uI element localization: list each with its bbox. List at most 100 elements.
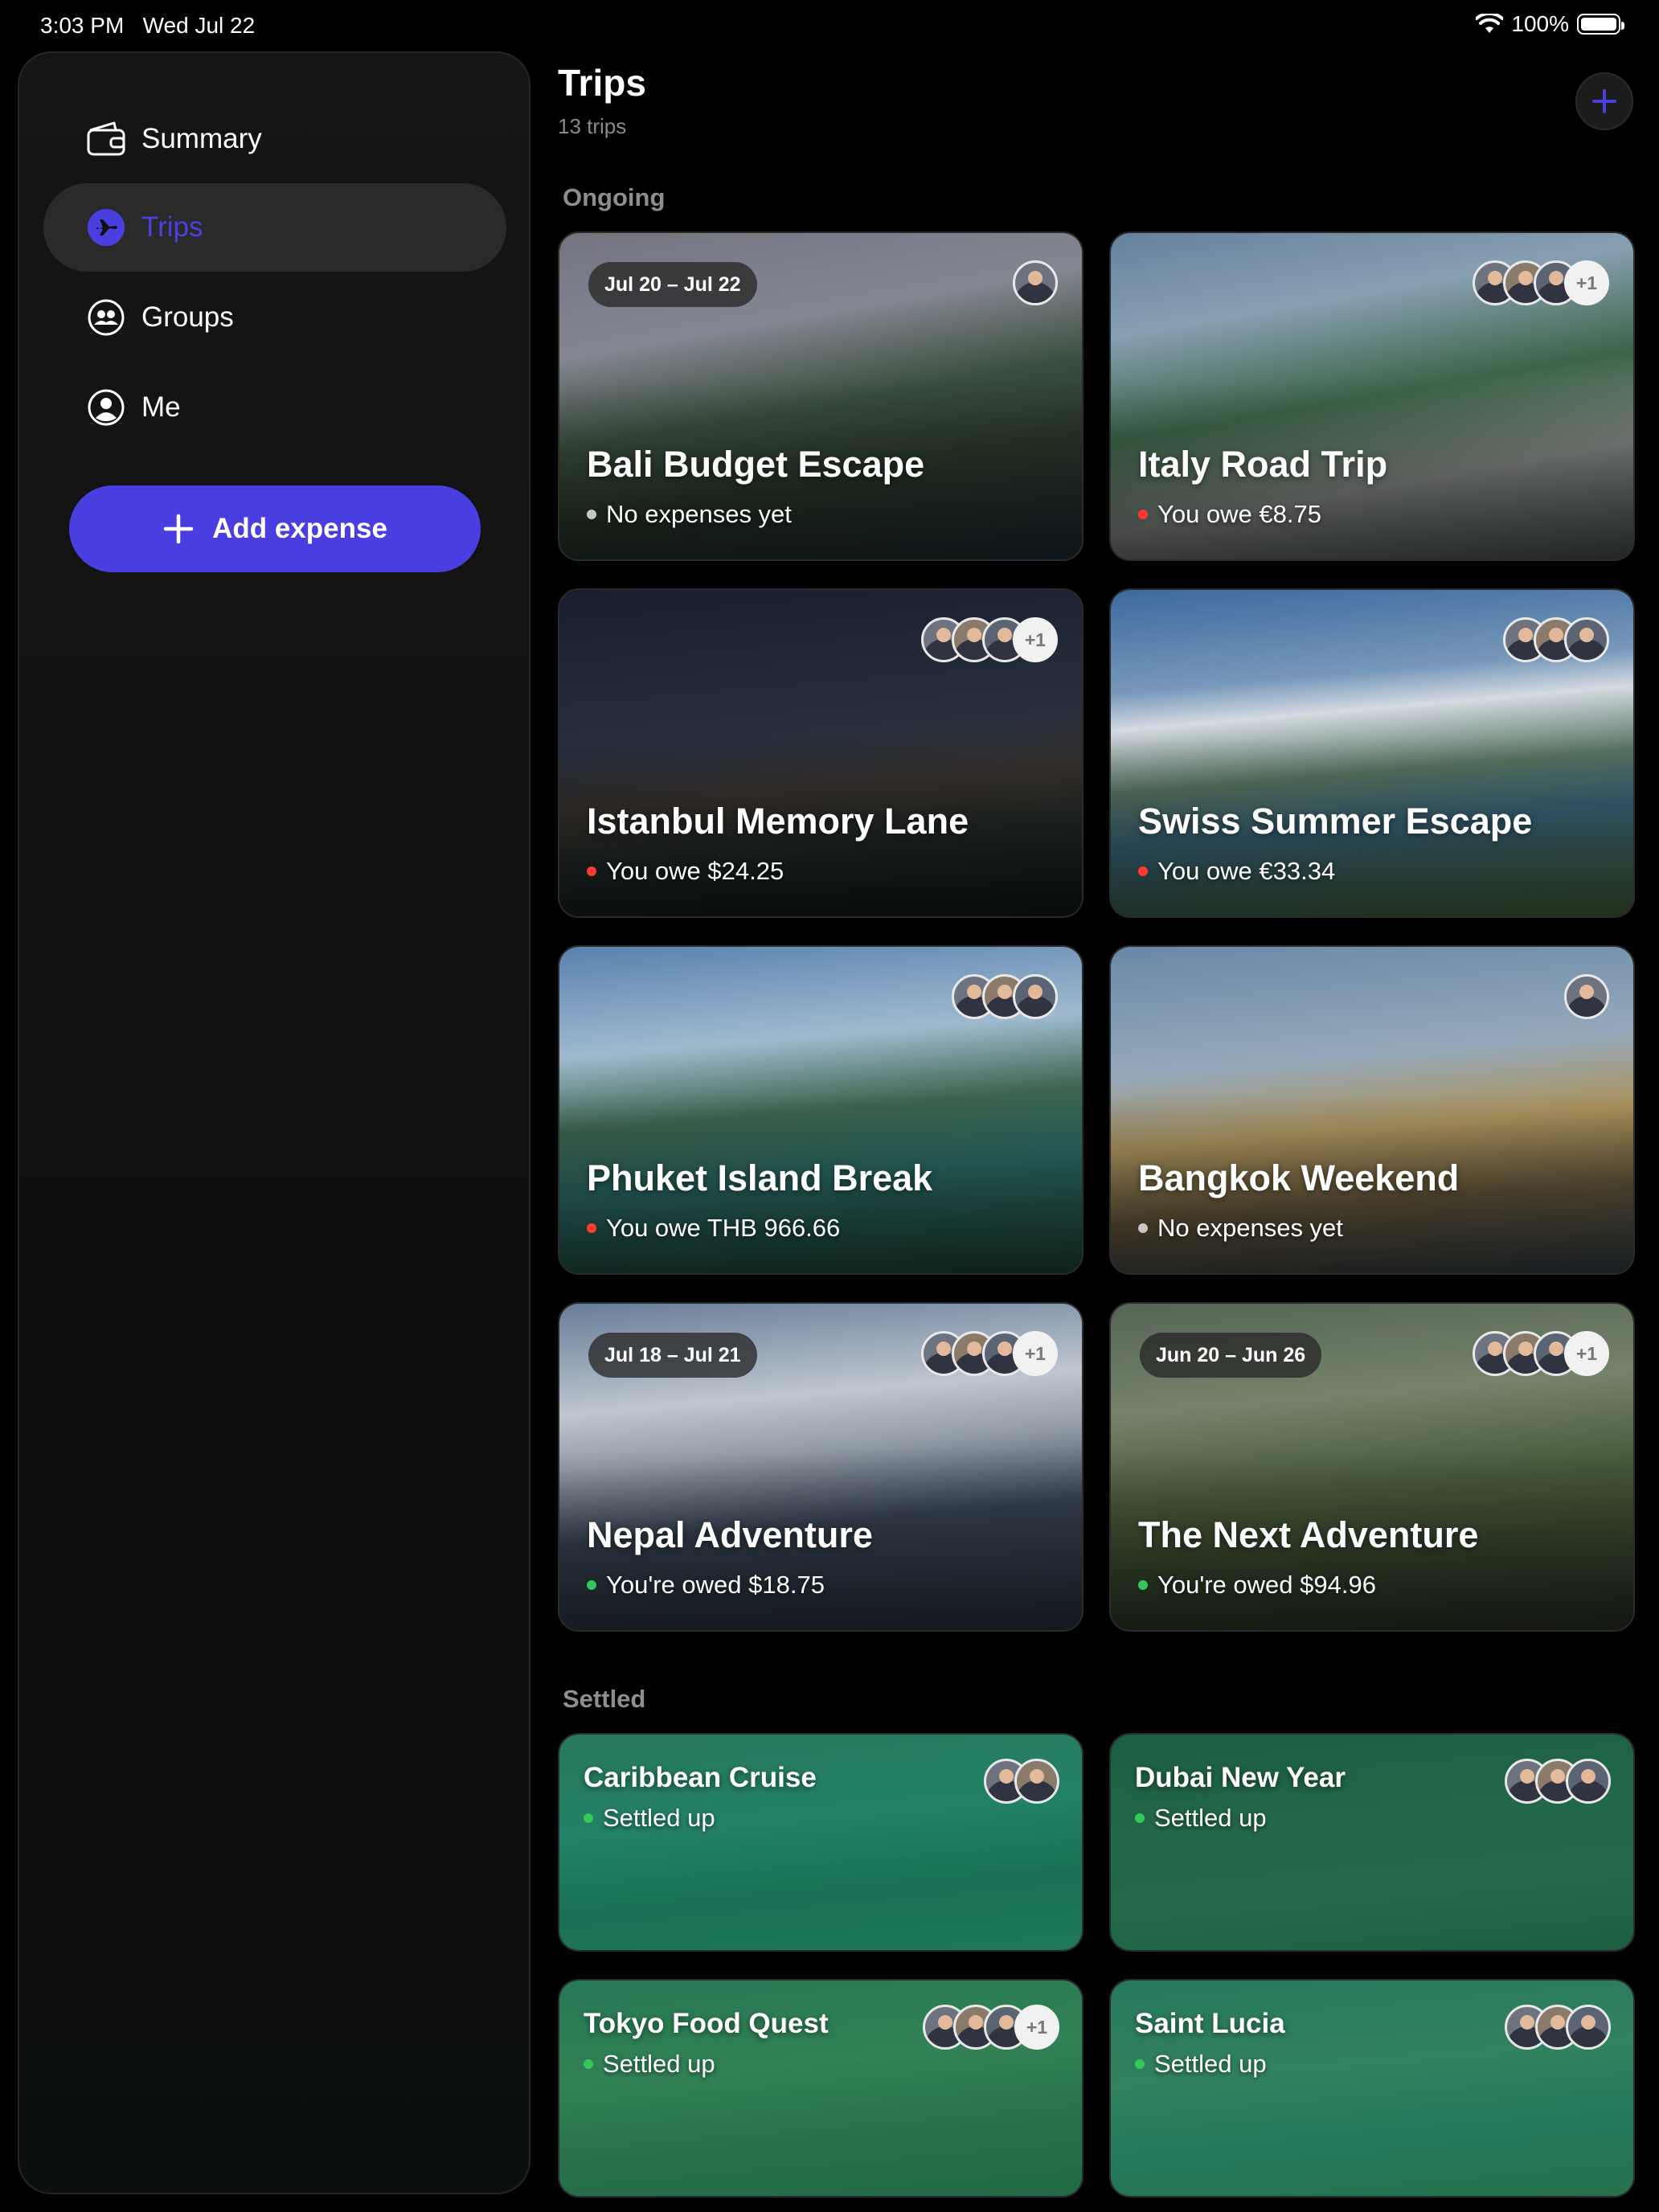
status-text: You owe $24.25: [606, 857, 784, 885]
section-title-settled: Settled: [563, 1685, 646, 1713]
status-text: You owe €33.34: [1157, 857, 1336, 885]
sidebar-item-label: Summary: [141, 123, 262, 154]
status-text: No expenses yet: [1157, 1214, 1343, 1242]
trip-balance-status: You owe $24.25: [587, 857, 784, 886]
status-indicators: 100%: [1476, 11, 1624, 37]
battery-icon: [1577, 14, 1624, 35]
trip-balance-status: No expenses yet: [1138, 1214, 1343, 1243]
trip-title: Tokyo Food Quest: [584, 2008, 829, 2039]
trip-title: Istanbul Memory Lane: [587, 801, 969, 842]
sidebar-item-label: Groups: [141, 301, 234, 333]
trip-card[interactable]: Swiss Summer Escape You owe €33.34: [1109, 588, 1635, 918]
groups-icon: [85, 297, 127, 338]
sidebar-item-summary[interactable]: Summary: [43, 95, 506, 183]
section-title-ongoing: Ongoing: [563, 183, 666, 211]
trip-card[interactable]: Bangkok Weekend No expenses yet: [1109, 945, 1635, 1275]
sidebar-item-label: Me: [141, 391, 181, 423]
trip-balance-status: Settled up: [1135, 2050, 1267, 2079]
trip-count: 13 trips: [558, 114, 627, 138]
avatar: [1566, 2005, 1611, 2050]
sidebar-item-groups[interactable]: Groups: [43, 273, 506, 362]
avatar-overflow-count: +1: [1564, 260, 1609, 305]
trip-balance-status: No expenses yet: [587, 500, 792, 529]
status-dot: [587, 1223, 596, 1233]
member-avatars: [952, 974, 1058, 1019]
status-text: You're owed $94.96: [1157, 1571, 1376, 1599]
trip-title: Italy Road Trip: [1138, 444, 1388, 485]
status-bar: 3:03 PM Wed Jul 22 100%: [0, 0, 1659, 51]
plus-icon: [1592, 89, 1616, 113]
trip-balance-status: Settled up: [584, 2050, 715, 2079]
status-text: You're owed $18.75: [606, 1571, 825, 1599]
member-avatars: [1564, 974, 1609, 1019]
sidebar-item-trips[interactable]: Trips: [43, 183, 506, 272]
trip-title: The Next Adventure: [1138, 1514, 1479, 1555]
airplane-icon: [85, 207, 127, 248]
avatar: [1013, 974, 1058, 1019]
avatar: [1014, 1759, 1059, 1804]
avatar-overflow-count: +1: [1014, 2005, 1059, 2050]
member-avatars: +1: [921, 617, 1058, 662]
status-dot: [1135, 2059, 1145, 2069]
status-text: You owe €8.75: [1157, 500, 1321, 528]
sidebar: Summary Trips Groups Me Add expense: [18, 51, 530, 2194]
member-avatars: [1505, 2005, 1611, 2050]
avatar: [1564, 617, 1609, 662]
status-dot: [584, 1813, 593, 1823]
status-text: Settled up: [603, 1804, 715, 1832]
trip-card[interactable]: Jul 18 – Jul 21 +1 Nepal Adventure You're o…: [558, 1302, 1083, 1632]
trip-balance-status: You owe €33.34: [1138, 857, 1335, 886]
add-expense-button[interactable]: Add expense: [69, 485, 481, 572]
member-avatars: +1: [923, 2005, 1059, 2050]
avatar: [1566, 1759, 1611, 1804]
trip-balance-status: Settled up: [584, 1804, 715, 1833]
trip-title: Dubai New Year: [1135, 1762, 1346, 1793]
status-dot: [584, 2059, 593, 2069]
sidebar-item-me[interactable]: Me: [43, 363, 506, 452]
status-text: No expenses yet: [606, 500, 792, 528]
avatar-overflow-count: +1: [1013, 617, 1058, 662]
trip-dates: Jul 18 – Jul 21: [588, 1333, 757, 1378]
wallet-icon: [85, 118, 127, 160]
avatar-overflow-count: +1: [1564, 1331, 1609, 1376]
settled-trip-card[interactable]: Saint Lucia Settled up: [1109, 1979, 1635, 2198]
status-dot: [587, 1580, 596, 1590]
avatar: [1013, 260, 1058, 305]
member-avatars: [1505, 1759, 1611, 1804]
trip-title: Swiss Summer Escape: [1138, 801, 1533, 842]
trip-title: Phuket Island Break: [587, 1157, 933, 1198]
trip-card[interactable]: Phuket Island Break You owe THB 966.66: [558, 945, 1083, 1275]
add-trip-button[interactable]: [1575, 72, 1633, 130]
trip-balance-status: You owe THB 966.66: [587, 1214, 840, 1243]
trip-title: Caribbean Cruise: [584, 1762, 817, 1793]
trip-card[interactable]: Jul 20 – Jul 22 Bali Budget Escape No expe…: [558, 231, 1083, 561]
settled-trip-card[interactable]: +1 Tokyo Food Quest Settled up: [558, 1979, 1083, 2198]
status-text: You owe THB 966.66: [606, 1214, 841, 1242]
member-avatars: [1013, 260, 1058, 305]
add-expense-label: Add expense: [212, 513, 387, 544]
status-text: Settled up: [1154, 2050, 1267, 2078]
settled-trip-card[interactable]: Caribbean Cruise Settled up: [558, 1733, 1083, 1952]
trip-title: Bangkok Weekend: [1138, 1157, 1460, 1198]
status-dot: [1138, 866, 1148, 876]
trip-card[interactable]: Jun 20 – Jun 26 +1 The Next Adventure You'r…: [1109, 1302, 1635, 1632]
status-dot: [587, 866, 596, 876]
plus-icon: [163, 514, 194, 544]
status-dot: [1138, 510, 1148, 519]
settled-trip-card[interactable]: Dubai New Year Settled up: [1109, 1733, 1635, 1952]
trip-card[interactable]: +1 Istanbul Memory Lane You owe $24.25: [558, 588, 1083, 918]
trip-balance-status: You're owed $18.75: [587, 1571, 825, 1600]
trip-dates: Jul 20 – Jul 22: [588, 262, 757, 307]
status-dot: [1138, 1580, 1148, 1590]
status-time: 3:03 PM Wed Jul 22: [40, 13, 256, 38]
status-text: Settled up: [603, 2050, 715, 2078]
member-avatars: +1: [1473, 1331, 1609, 1376]
sidebar-item-label: Trips: [141, 211, 203, 243]
status-text: Settled up: [1154, 1804, 1267, 1832]
member-avatars: [984, 1759, 1059, 1804]
person-icon: [85, 387, 127, 428]
trip-card[interactable]: +1 Italy Road Trip You owe €8.75: [1109, 231, 1635, 561]
trip-balance-status: You owe €8.75: [1138, 500, 1321, 529]
trip-balance-status: You're owed $94.96: [1138, 1571, 1376, 1600]
trip-title: Nepal Adventure: [587, 1514, 873, 1555]
